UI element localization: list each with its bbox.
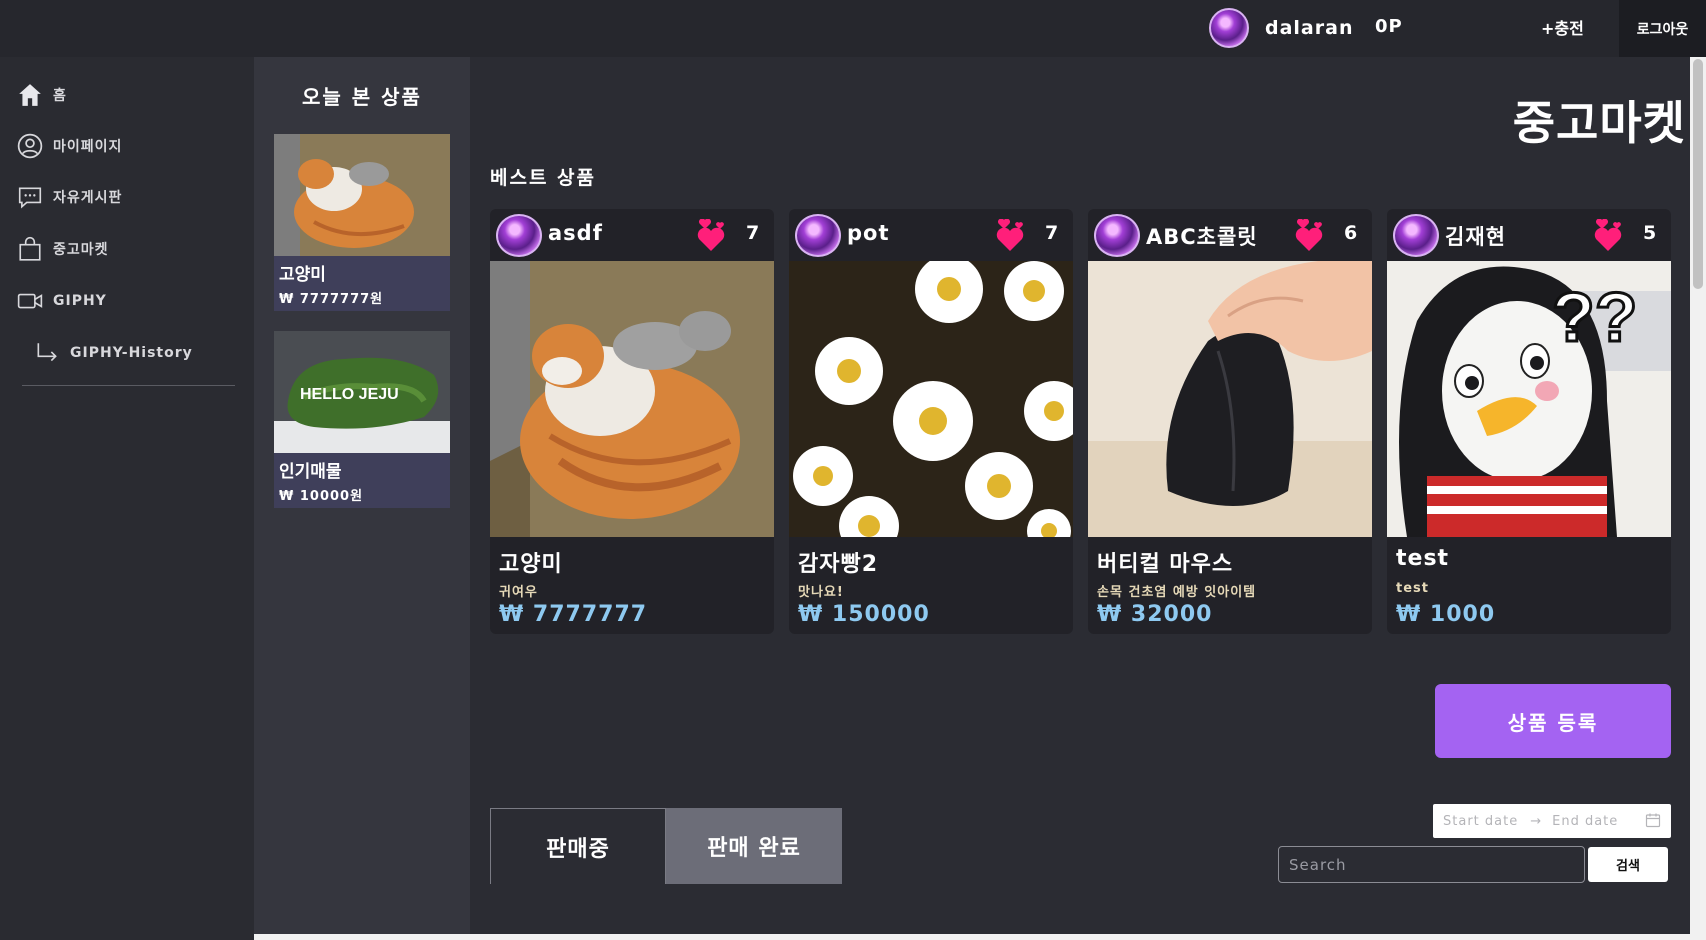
recent-item-title: 고양미 [279, 265, 326, 285]
recent-item-price: ₩ 10000원 [279, 489, 364, 504]
sidebar-item-giphy[interactable]: GIPHY [17, 286, 107, 316]
username: dalaran [1265, 17, 1354, 39]
page-title: 중고마켓 [1512, 96, 1686, 150]
calendar-icon[interactable] [1645, 812, 1661, 828]
sidebar-item-board[interactable]: 자유게시판 [17, 182, 122, 212]
svg-text:HELLO JEJU: HELLO JEJU [300, 386, 399, 403]
sales-tabs: 판매중 판매 완료 [490, 808, 842, 884]
daisies-photo [789, 261, 1073, 537]
charge-button[interactable]: +충전 [1541, 15, 1584, 39]
sidebar-item-label: 자유게시판 [53, 190, 123, 206]
product-price: ₩ 32000 [1097, 602, 1213, 627]
best-products-title: 베스트 상품 [490, 167, 597, 189]
cat-photo [490, 261, 774, 537]
like-count: 6 [1344, 222, 1358, 244]
product-price: ₩ 7777777 [499, 602, 648, 627]
product-card[interactable]: pot 7 감자빵2 맛나요! ₩ 150000 [789, 209, 1073, 634]
top-bar: dalaran 0P +충전 로그아웃 [0, 0, 1706, 57]
heart-icon[interactable] [1294, 219, 1324, 253]
product-description: test [1396, 581, 1429, 596]
sidebar-item-label: 중고마켓 [53, 242, 109, 258]
seller-avatar [496, 214, 542, 257]
bottom-edge [254, 934, 1690, 940]
product-name: 감자빵2 [798, 552, 879, 577]
like-count: 7 [746, 222, 760, 244]
seller-name: pot [847, 221, 890, 245]
product-name: 버티컬 마우스 [1097, 552, 1234, 577]
seller-avatar [1094, 214, 1140, 257]
main-content: 중고마켓 베스트 상품 asdf 7 고양미 귀여우 ₩ 7777777 pot… [470, 57, 1686, 940]
heart-icon[interactable] [995, 219, 1025, 253]
product-price: ₩ 150000 [798, 602, 930, 627]
recently-viewed-panel: 오늘 본 상품 고양미 ₩ 7777777원 HELLO JEJU 인기매물 ₩… [254, 57, 470, 940]
recent-item[interactable]: HELLO JEJU 인기매물 ₩ 10000원 [274, 331, 450, 508]
end-date-placeholder[interactable]: End date [1552, 814, 1618, 829]
points-balance: 0P [1375, 16, 1403, 37]
heart-icon[interactable] [696, 219, 726, 253]
seller-name: 김재현 [1445, 225, 1506, 249]
chat-icon [17, 184, 43, 210]
register-product-button[interactable]: 상품 등록 [1435, 684, 1671, 758]
heart-icon[interactable] [1593, 219, 1623, 253]
seller-avatar [1393, 214, 1439, 257]
product-card[interactable]: ABC초콜릿 6 버티컬 마우스 손목 건초염 예방 잇아이템 ₩ 32000 [1088, 209, 1372, 634]
arrow-right-icon: → [1530, 813, 1543, 829]
subdirectory-arrow-icon [34, 340, 60, 366]
card-header: ABC초콜릿 6 [1088, 209, 1372, 261]
sidebar-item-home[interactable]: 홈 [17, 80, 67, 110]
product-description: 손목 건초염 예방 잇아이템 [1097, 585, 1257, 600]
card-header: 김재현 5 [1387, 209, 1671, 261]
product-card[interactable]: 김재현 5 ?? test test ₩ 1000 [1387, 209, 1671, 634]
sidebar-item-label: 홈 [53, 88, 67, 104]
sidebar-divider [22, 385, 235, 386]
tab-sold-out[interactable]: 판매 완료 [666, 808, 842, 884]
product-description: 귀여우 [499, 585, 538, 600]
cat-photo [274, 134, 450, 256]
sidebar-item-giphy-history[interactable]: GIPHY-History [34, 338, 193, 368]
product-card[interactable]: asdf 7 고양미 귀여우 ₩ 7777777 [490, 209, 774, 634]
tab-on-sale[interactable]: 판매중 [490, 808, 666, 884]
sidebar-item-label: GIPHY [53, 293, 107, 309]
user-info[interactable]: dalaran [1209, 8, 1353, 48]
recently-viewed-title: 오늘 본 상품 [302, 85, 422, 109]
scrollbar-thumb[interactable] [1693, 59, 1703, 289]
sidebar: 홈 마이페이지 자유게시판 중고마켓 GIPHY GIPHY-History [0, 57, 254, 940]
seller-name: ABC초콜릿 [1146, 225, 1258, 249]
svg-text:??: ?? [1552, 278, 1638, 356]
product-name: 고양미 [499, 552, 563, 577]
recent-item[interactable]: 고양미 ₩ 7777777원 [274, 134, 450, 311]
penguin-photo: ?? [1387, 261, 1671, 537]
search-button[interactable]: 검색 [1588, 847, 1668, 882]
date-range-picker[interactable]: Start date → End date [1433, 804, 1671, 838]
vertical-mouse-photo [1088, 261, 1372, 537]
shopping-bag-icon [17, 236, 43, 262]
product-description: 맛나요! [798, 585, 844, 600]
seller-name: asdf [548, 221, 603, 245]
user-circle-icon [17, 133, 43, 159]
seller-avatar [795, 214, 841, 257]
product-price: ₩ 1000 [1396, 602, 1496, 627]
scrollbar[interactable] [1690, 57, 1706, 940]
card-header: asdf 7 [490, 209, 774, 261]
search-input[interactable] [1278, 846, 1585, 883]
sidebar-item-label: GIPHY-History [70, 345, 193, 361]
card-header: pot 7 [789, 209, 1073, 261]
recent-item-price: ₩ 7777777원 [279, 292, 384, 307]
video-camera-icon [17, 288, 43, 314]
sidebar-item-mypage[interactable]: 마이페이지 [17, 131, 122, 161]
avatar [1209, 8, 1249, 48]
start-date-placeholder[interactable]: Start date [1443, 814, 1518, 829]
recent-item-title: 인기매물 [279, 462, 342, 482]
like-count: 7 [1045, 222, 1059, 244]
home-icon [17, 82, 43, 108]
sidebar-item-market[interactable]: 중고마켓 [17, 234, 109, 264]
sidebar-item-label: 마이페이지 [53, 139, 123, 155]
hello-jeju-photo: HELLO JEJU [274, 331, 450, 453]
product-name: test [1396, 546, 1450, 571]
like-count: 5 [1643, 222, 1657, 244]
logout-button[interactable]: 로그아웃 [1619, 0, 1706, 57]
